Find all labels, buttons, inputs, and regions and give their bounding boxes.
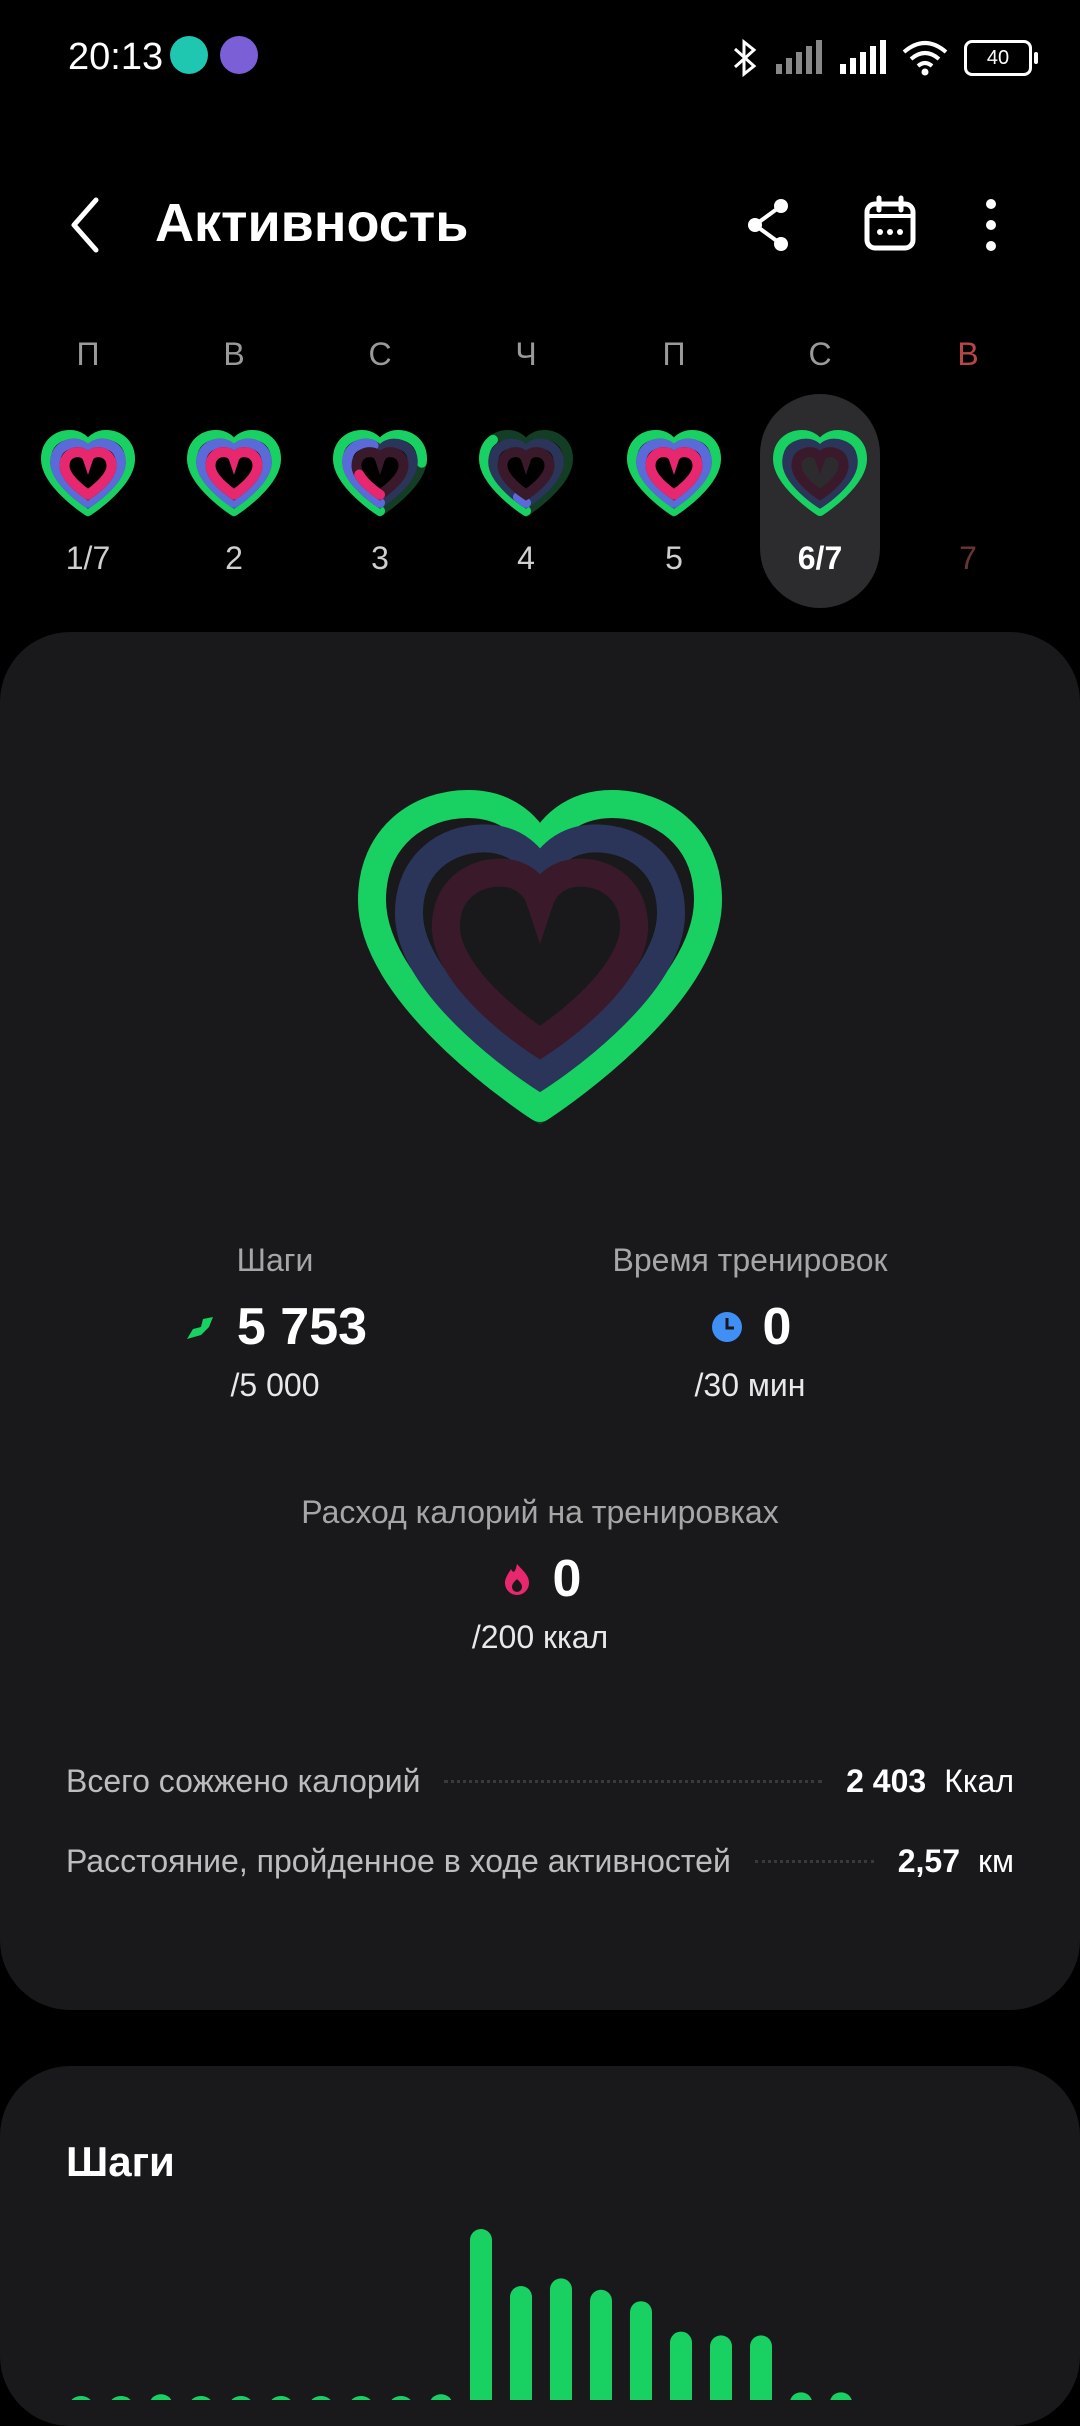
steps-bar (271, 2396, 291, 2400)
day-item[interactable]: П5 (610, 330, 738, 610)
workout-time-goal: /30 мин (694, 1367, 806, 1403)
day-activity-heart-icon (626, 429, 722, 517)
day-item[interactable]: В2 (170, 330, 298, 610)
steps-caption: Шаги (236, 1242, 314, 1278)
day-activity-heart-icon (772, 429, 868, 517)
calendar-icon[interactable] (855, 190, 925, 260)
total-calories-value: 2 403 (846, 1762, 927, 1799)
status-time: 20:13 (68, 36, 164, 78)
wifi-icon (902, 41, 948, 76)
distance-unit: км (978, 1842, 1014, 1879)
steps-bar (351, 2396, 371, 2400)
signal-icon-2 (840, 40, 886, 74)
more-options-icon[interactable] (956, 190, 1026, 260)
day-activity-heart-icon (478, 429, 574, 517)
steps-bar (150, 2394, 172, 2400)
steps-stat[interactable]: Шаги 5 753 /5 000 (150, 1242, 400, 1404)
steps-bar (470, 2229, 492, 2400)
day-number: 2 (225, 540, 243, 576)
day-number: 1/7 (65, 540, 111, 576)
day-activity-heart-icon (332, 429, 428, 517)
steps-bar (510, 2286, 532, 2400)
weekday-label: В (957, 336, 979, 372)
weekday-label: В (223, 336, 245, 372)
day-number: 3 (371, 540, 389, 576)
share-icon[interactable] (733, 190, 803, 260)
steps-goal: /5 000 (230, 1367, 320, 1403)
steps-bar (550, 2278, 572, 2400)
workout-time-value: 0 (762, 1298, 792, 1356)
day-activity-heart-icon (40, 429, 136, 517)
viber-icon (220, 36, 258, 74)
total-calories-label: Всего сожжено калорий (66, 1762, 421, 1799)
total-calories-row: Всего сожжено калорий 2 403 Ккал (66, 1756, 1014, 1806)
steps-bar (790, 2392, 812, 2400)
signal-icon (776, 40, 822, 74)
weekday-label: Ч (515, 336, 537, 372)
steps-value: 5 753 (236, 1298, 368, 1356)
day-number: 4 (517, 540, 535, 576)
battery-indicator: 40 (964, 40, 1038, 76)
workout-calories-goal: /200 ккал (471, 1619, 609, 1655)
weekday-label: П (76, 336, 100, 372)
steps-bar (191, 2396, 211, 2400)
activity-summary-card: Шаги 5 753 /5 000 Время тренировок 0 /30… (0, 632, 1080, 2010)
dotted-leader (754, 1859, 874, 1863)
steps-bar (311, 2396, 331, 2400)
day-item[interactable]: С3 (316, 330, 444, 610)
day-item[interactable]: П 1/7 (24, 330, 152, 610)
steps-bar (391, 2396, 411, 2400)
steps-bar (670, 2331, 692, 2400)
distance-value: 2,57 (897, 1842, 960, 1879)
weekday-label: С (368, 336, 392, 372)
workout-calories-value: 0 (552, 1550, 582, 1608)
day-activity-heart-icon (186, 429, 282, 517)
steps-bar-chart (71, 2229, 852, 2400)
workout-calories-stat[interactable]: Расход калорий на тренировках 0 /200 кка… (240, 1494, 840, 1656)
app-header: Активность (0, 180, 1080, 270)
total-calories-unit: Ккал (944, 1762, 1014, 1799)
day-number: 7 (959, 540, 977, 576)
clock-icon (711, 1312, 742, 1342)
day-number: 5 (665, 540, 683, 576)
day-item[interactable]: Ч4 (462, 330, 590, 610)
back-arrow-icon[interactable] (60, 190, 120, 260)
workout-time-caption: Время тренировок (612, 1242, 888, 1278)
page-title: Активность (155, 193, 469, 253)
activity-heart-icon (357, 789, 723, 1125)
steps-bar (710, 2335, 732, 2400)
week-selector: П 1/7 В 2 С 3 Ч 4 П 5 С 6/7 В 7 (0, 330, 1080, 630)
workout-time-stat[interactable]: Время тренировок 0 /30 мин (580, 1242, 920, 1404)
weekday-label: С (808, 336, 832, 372)
workout-calories-caption: Расход калорий на тренировках (301, 1494, 779, 1530)
steps-bar (71, 2396, 91, 2400)
shoe-icon (186, 1317, 213, 1339)
bluetooth-icon (733, 38, 757, 78)
distance-row: Расстояние, пройденное в ходе активносте… (66, 1836, 1014, 1886)
steps-bar (750, 2335, 772, 2400)
weekday-label: П (662, 336, 686, 372)
day-item[interactable]: В7 (904, 330, 1032, 610)
app-notification-icon (170, 36, 208, 74)
steps-bar (590, 2289, 612, 2400)
status-bar: 20:13 40 (0, 0, 1080, 120)
steps-chart-card[interactable]: Шаги (0, 2066, 1080, 2426)
steps-bar (830, 2392, 852, 2400)
day-item[interactable]: С 6/7 (756, 330, 884, 610)
steps-bar (630, 2301, 652, 2400)
flame-icon (504, 1564, 529, 1595)
steps-bar (430, 2394, 452, 2400)
distance-label: Расстояние, пройденное в ходе активносте… (66, 1842, 731, 1879)
day-number: 6/7 (797, 540, 843, 576)
steps-bar (111, 2396, 131, 2400)
dotted-leader (444, 1779, 823, 1783)
steps-bar (231, 2396, 251, 2400)
